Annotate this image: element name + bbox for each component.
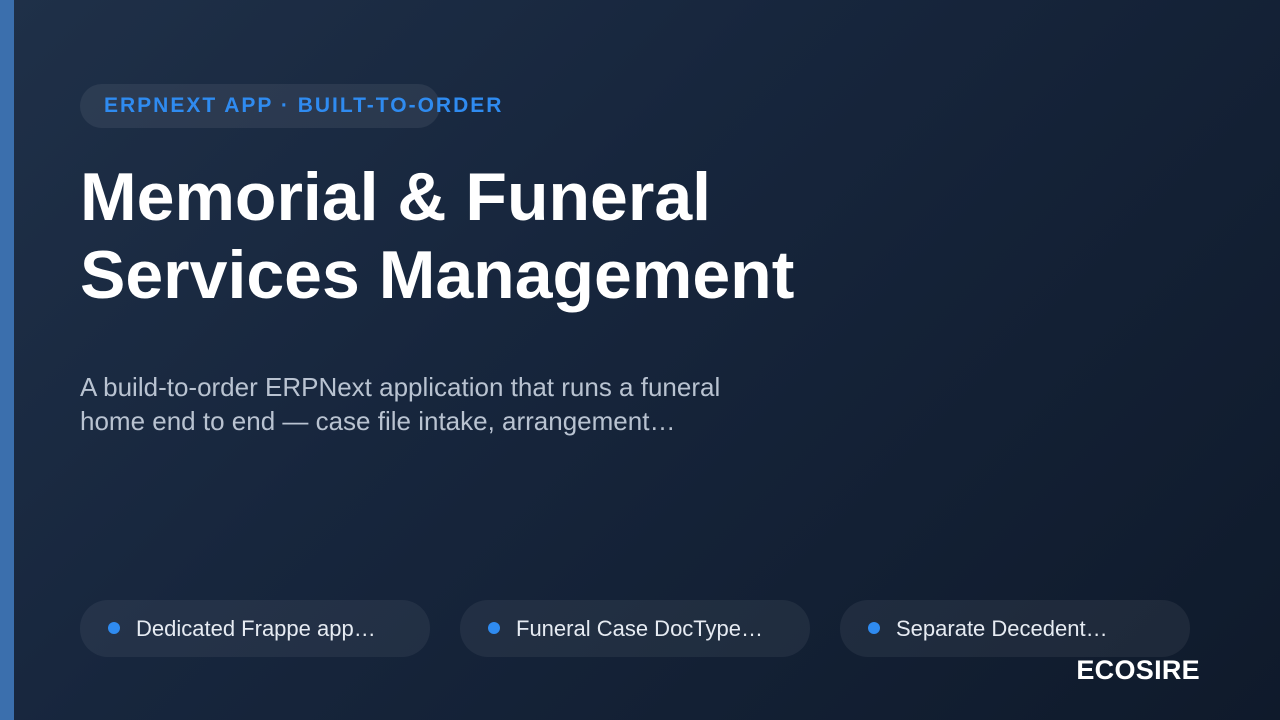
feature-pill-2: Funeral Case DocType… [460,600,810,657]
brand-logo: ECOSIRE [1076,655,1200,685]
description-line-2: home end to end — case file intake, arra… [80,406,676,436]
feature-label: Funeral Case DocType… [516,616,763,641]
title-line-2: Services Management [80,237,795,313]
eyebrow-text: ERPNEXT APP · BUILT-TO-ORDER [104,94,504,117]
title-line-1: Memorial & Funeral [80,159,712,235]
feature-pill-1: Dedicated Frappe app… [80,600,430,657]
feature-label: Separate Decedent… [896,616,1108,641]
bullet-dot-icon [488,622,500,634]
description: A build-to-order ERPNext application tha… [80,370,780,438]
feature-pill-3: Separate Decedent… [840,600,1190,657]
page-title: Memorial & Funeral Services Management [80,158,980,314]
accent-bar [0,0,14,720]
bullet-dot-icon [108,622,120,634]
description-line-1: A build-to-order ERPNext application tha… [80,372,721,402]
bullet-dot-icon [868,622,880,634]
feature-label: Dedicated Frappe app… [136,616,376,641]
